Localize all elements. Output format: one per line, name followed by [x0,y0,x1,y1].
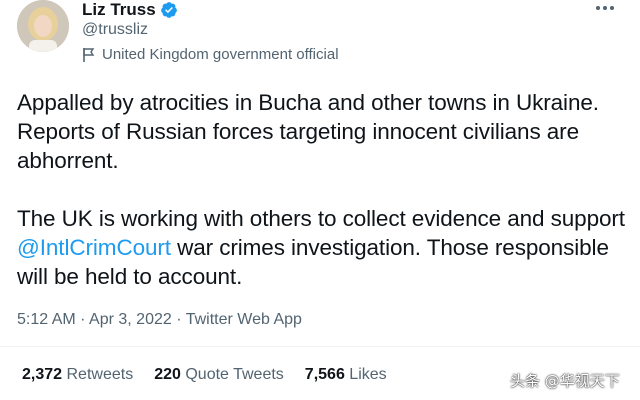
more-horizontal-icon[interactable] [594,0,616,16]
meta-separator: · [171,311,186,328]
retweets-count: 2,372 [22,366,63,383]
engagement-stats: 2,372 Retweets 220 Quote Tweets 7,566 Li… [22,366,408,384]
watermark: 头条 @华视天下 [510,372,620,390]
government-label: United Kingdom government official [82,46,339,63]
quote-tweets-count: 220 [154,366,181,383]
verified-badge-icon [160,1,178,19]
tweet-metadata: 5:12 AM · Apr 3, 2022 · Twitter Web App [17,311,302,329]
author-name-row: Liz Truss [82,0,178,22]
author-handle[interactable]: @trussliz [82,21,148,39]
retweets-stat[interactable]: 2,372 Retweets [22,366,133,384]
tweet-paragraph-1: Appalled by atrocities in Bucha and othe… [17,90,599,173]
tweet-text: Appalled by atrocities in Bucha and othe… [17,88,627,291]
flag-icon [82,47,96,63]
tweet-paragraph-2: The UK is working with others to collect… [17,204,627,291]
quote-tweets-label: Quote Tweets [185,366,284,383]
likes-stat[interactable]: 7,566 Likes [305,366,387,384]
likes-count: 7,566 [304,366,345,383]
government-label-text: United Kingdom government official [102,46,339,63]
retweets-label: Retweets [66,366,134,383]
meta-separator: · [75,311,90,328]
divider [0,346,640,347]
quote-tweets-stat[interactable]: 220 Quote Tweets [154,366,284,384]
tweet-time[interactable]: 5:12 AM [17,311,76,328]
tweet-paragraph-2-start: The UK is working with others to collect… [17,206,625,231]
mention-link[interactable]: @IntlCrimCourt [17,235,171,260]
author-display-name[interactable]: Liz Truss [82,0,156,20]
avatar-image [17,0,69,52]
tweet-date[interactable]: Apr 3, 2022 [89,311,172,328]
tweet-source[interactable]: Twitter Web App [186,311,302,328]
likes-label: Likes [349,366,387,383]
avatar[interactable] [17,0,69,52]
